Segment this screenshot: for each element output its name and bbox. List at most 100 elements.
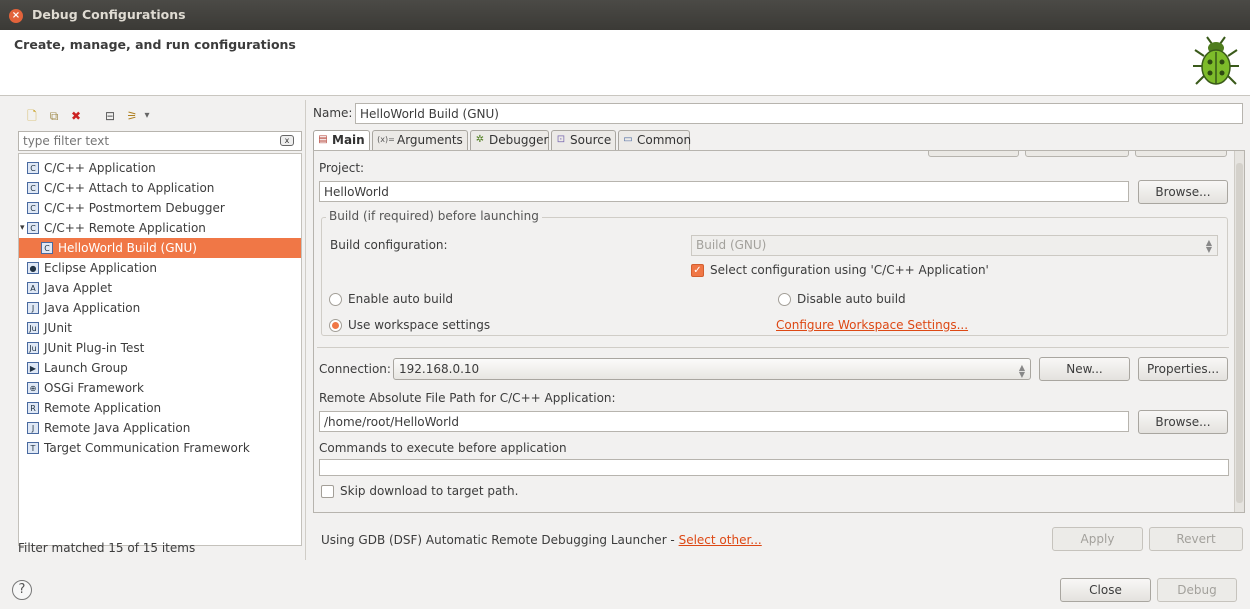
tab-arguments[interactable]: (x)= Arguments (372, 130, 468, 150)
tree-item[interactable]: C C/C++ Application (19, 158, 301, 178)
bug-icon (1193, 36, 1239, 85)
panel-divider[interactable] (305, 100, 306, 560)
skip-download-checkbox[interactable] (321, 485, 334, 498)
disable-auto-build-label: Disable auto build (797, 292, 906, 306)
expand-toggle-icon[interactable]: ▾ (20, 218, 25, 238)
remote-path-field[interactable] (319, 411, 1129, 432)
tab-debugger[interactable]: ✲ Debugger (470, 130, 549, 150)
launch-type-icon: C (27, 182, 39, 194)
tree-item[interactable]: ● Eclipse Application (19, 258, 301, 278)
tree-item[interactable]: A Java Applet (19, 278, 301, 298)
source-tab-icon: ⊡ (556, 134, 566, 145)
build-configuration-value: Build (GNU) (696, 238, 767, 252)
clear-filter-icon[interactable]: x (280, 135, 294, 146)
tree-item[interactable]: C C/C++ Postmortem Debugger (19, 198, 301, 218)
tree-item-label: Java Applet (44, 281, 113, 295)
browse-remote-path-button[interactable]: Browse... (1138, 410, 1228, 434)
tree-item[interactable]: ⊕ OSGi Framework (19, 378, 301, 398)
tree-item-label: OSGi Framework (44, 381, 144, 395)
project-field[interactable] (319, 181, 1129, 202)
tab-arguments-label: Arguments (397, 133, 463, 147)
arguments-tab-icon: (x)= (377, 135, 395, 144)
revert-button[interactable]: Revert (1149, 527, 1243, 551)
tree-item-label: Eclipse Application (44, 261, 157, 275)
tree-item[interactable]: Ju JUnit (19, 318, 301, 338)
enable-auto-build-radio[interactable] (329, 293, 342, 306)
tree-item[interactable]: ▾ C C/C++ Remote Application (19, 218, 301, 238)
tree-item[interactable]: Ju JUnit Plug-in Test (19, 338, 301, 358)
tab-common[interactable]: ▭ Common (618, 130, 691, 150)
scrolled-button (928, 151, 1019, 157)
separator (317, 347, 1229, 348)
tab-debugger-label: Debugger (489, 133, 549, 147)
tree-item[interactable]: R Remote Application (19, 398, 301, 418)
filter-icon[interactable]: ⚞ (124, 108, 140, 124)
tree-item[interactable]: C C/C++ Attach to Application (19, 178, 301, 198)
name-field[interactable] (355, 103, 1243, 124)
apply-button[interactable]: Apply (1052, 527, 1143, 551)
window-title: Debug Configurations (32, 7, 186, 22)
title-bar: × Debug Configurations (0, 0, 1250, 30)
tree-item[interactable]: T Target Communication Framework (19, 438, 301, 458)
close-window-icon[interactable]: × (9, 9, 23, 23)
tree-item-label: HelloWorld Build (GNU) (58, 241, 197, 255)
help-icon[interactable]: ? (12, 580, 32, 600)
tab-main[interactable]: ▤ Main (313, 130, 370, 152)
tab-source[interactable]: ⊡ Source (551, 130, 616, 150)
tree-item-label: C/C++ Remote Application (44, 221, 206, 235)
configure-workspace-settings-link[interactable]: Configure Workspace Settings... (776, 318, 968, 332)
scrolled-button (1025, 151, 1129, 157)
configuration-tree: C C/C++ Application C C/C++ Attach to Appli… (18, 153, 302, 546)
launch-type-icon: C (27, 162, 39, 174)
browse-project-button[interactable]: Browse... (1138, 180, 1228, 204)
launch-type-icon: R (27, 402, 39, 414)
launch-type-icon: Ju (27, 322, 39, 334)
launch-type-icon: J (27, 422, 39, 434)
close-button[interactable]: Close (1060, 578, 1151, 602)
scrollbar-thumb[interactable] (1236, 163, 1243, 503)
tree-item-label: Remote Application (44, 401, 162, 415)
use-workspace-settings-radio[interactable] (329, 319, 342, 332)
tree-item-label: C/C++ Attach to Application (44, 181, 215, 195)
launch-type-icon: A (27, 282, 39, 294)
connection-label: Connection: (319, 362, 391, 376)
connection-select[interactable]: 192.168.0.10 ▲ ▼ (393, 358, 1031, 380)
duplicate-icon[interactable]: ⧉ (46, 108, 62, 124)
connection-value: 192.168.0.10 (399, 362, 480, 376)
view-menu-dropdown-icon[interactable]: ▾ (142, 108, 152, 124)
new-configuration-icon[interactable]: 🗋 (24, 108, 40, 124)
launcher-text: Using GDB (DSF) Automatic Remote Debuggi… (321, 533, 679, 547)
configuration-editor: Name: ▤ Main (x)= Arguments ✲ Debugger ⊡… (310, 100, 1245, 560)
connection-properties-button[interactable]: Properties... (1138, 357, 1228, 381)
tree-item-label: JUnit (44, 321, 72, 335)
launcher-description: Using GDB (DSF) Automatic Remote Debuggi… (321, 533, 762, 547)
launch-type-icon: C (27, 202, 39, 214)
select-config-checkbox[interactable]: ✓ (691, 264, 704, 277)
vertical-scrollbar[interactable] (1234, 151, 1244, 512)
tree-item[interactable]: ▶ Launch Group (19, 358, 301, 378)
filter-input[interactable] (18, 131, 302, 151)
new-connection-button[interactable]: New... (1039, 357, 1130, 381)
name-label: Name: (313, 106, 353, 120)
tree-item[interactable]: J Remote Java Application (19, 418, 301, 438)
launch-type-icon: J (27, 302, 39, 314)
delete-icon[interactable]: ✖ (68, 108, 84, 124)
select-other-link[interactable]: Select other... (679, 533, 762, 547)
select-config-label: Select configuration using 'C/C++ Applic… (710, 263, 989, 277)
collapse-all-icon[interactable]: ⊟ (102, 108, 118, 124)
tab-source-label: Source (570, 133, 612, 147)
tree-item[interactable]: C HelloWorld Build (GNU) (19, 238, 301, 258)
launch-type-icon: C (41, 242, 53, 254)
tree-item-label: Launch Group (44, 361, 128, 375)
tree-item-label: C/C++ Postmortem Debugger (44, 201, 225, 215)
use-workspace-settings-label: Use workspace settings (348, 318, 491, 332)
tree-item-label: Java Application (44, 301, 141, 315)
tree-item-label: Remote Java Application (44, 421, 191, 435)
build-group-legend: Build (if required) before launching (326, 209, 542, 223)
main-tab-icon: ▤ (318, 134, 328, 145)
disable-auto-build-radio[interactable] (778, 293, 791, 306)
tree-item[interactable]: J Java Application (19, 298, 301, 318)
debug-button[interactable]: Debug (1157, 578, 1237, 602)
commands-field[interactable] (319, 459, 1229, 476)
tree-item-label: Target Communication Framework (44, 441, 250, 455)
